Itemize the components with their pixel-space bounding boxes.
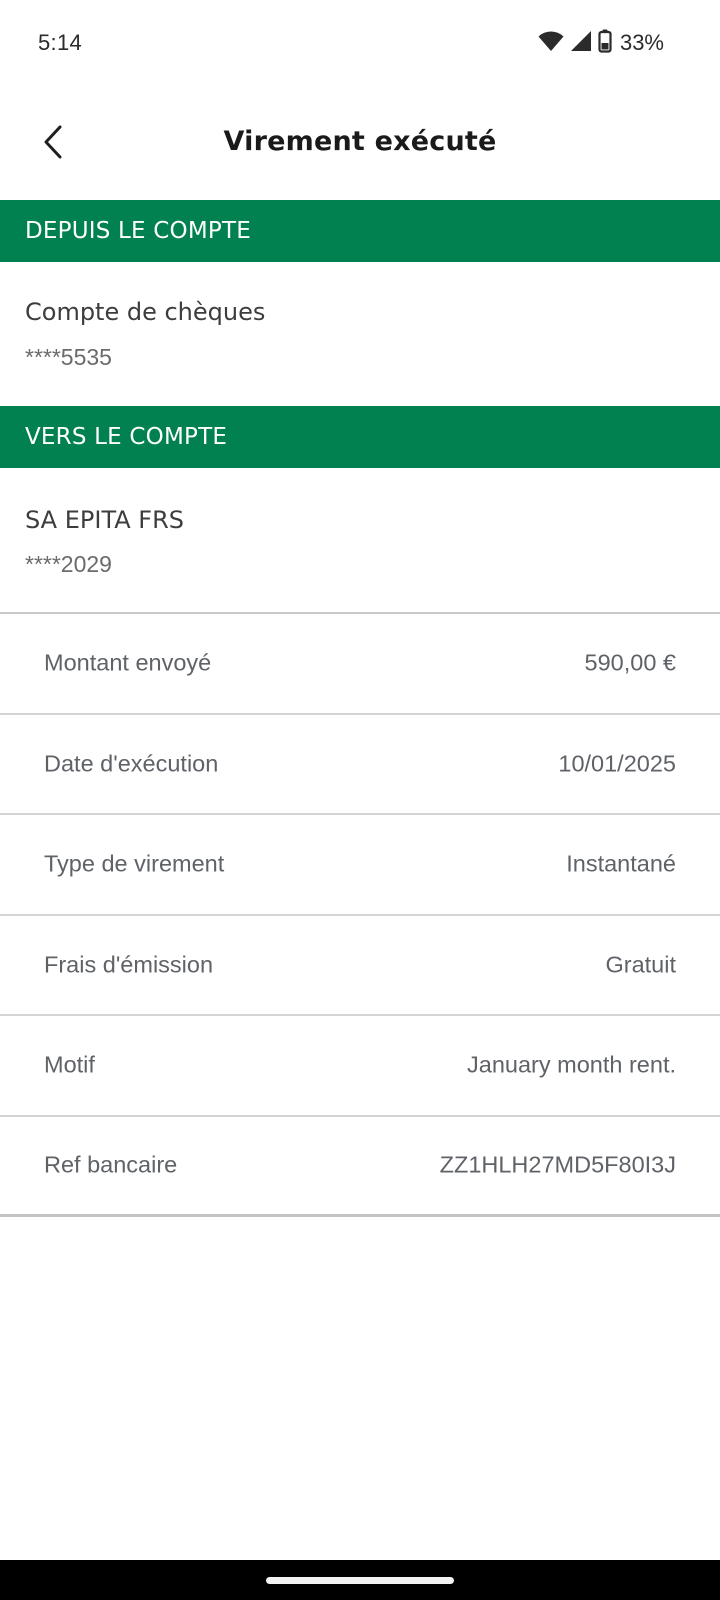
detail-row-motif: Motif January month rent. (0, 1016, 720, 1117)
from-account: Compte de chèques ****5535 (0, 262, 720, 406)
to-account-name: SA EPITA FRS (25, 506, 184, 534)
detail-value: 10/01/2025 (558, 750, 676, 777)
detail-value: ZZ1HLH27MD5F80I3J (439, 1151, 676, 1178)
status-time: 5:14 (38, 30, 83, 55)
detail-row-fees: Frais d'émission Gratuit (0, 916, 720, 1016)
from-account-number: ****5535 (25, 344, 112, 370)
to-account-number: ****2029 (25, 551, 112, 577)
detail-value: 590,00 € (584, 649, 676, 676)
from-account-name: Compte de chèques (25, 298, 266, 326)
detail-label: Frais d'émission (44, 951, 214, 978)
system-nav-bar (0, 1560, 720, 1600)
detail-label: Montant envoyé (44, 649, 212, 676)
wifi-icon (538, 30, 564, 57)
signal-icon (570, 30, 592, 57)
detail-row-bank-ref: Ref bancaire ZZ1HLH27MD5F80I3J (0, 1117, 720, 1217)
battery-icon (598, 29, 612, 58)
to-account: SA EPITA FRS ****2029 (0, 468, 720, 612)
detail-row-amount: Montant envoyé 590,00 € (0, 614, 720, 715)
battery-percent: 33% (619, 30, 664, 55)
detail-row-execution-date: Date d'exécution 10/01/2025 (0, 715, 720, 815)
detail-label: Type de virement (44, 850, 225, 877)
section-header-from: DEPUIS LE COMPTE (0, 200, 720, 262)
transfer-details: Montant envoyé 590,00 € Date d'exécution… (0, 612, 720, 1217)
section-header-to: VERS LE COMPTE (0, 406, 720, 468)
status-bar: 5:14 33% (0, 0, 720, 90)
app-header: Virement exécuté (0, 96, 720, 192)
detail-row-transfer-type: Type de virement Instantané (0, 815, 720, 916)
detail-label: Date d'exécution (44, 750, 219, 777)
detail-label: Motif (44, 1051, 95, 1078)
status-icons: 33% (538, 29, 664, 57)
detail-value: Gratuit (605, 951, 676, 978)
detail-value: Instantané (566, 850, 676, 877)
detail-label: Ref bancaire (44, 1151, 178, 1178)
home-indicator[interactable] (266, 1577, 454, 1584)
detail-value: January month rent. (467, 1051, 676, 1078)
page-title: Virement exécuté (223, 126, 497, 157)
